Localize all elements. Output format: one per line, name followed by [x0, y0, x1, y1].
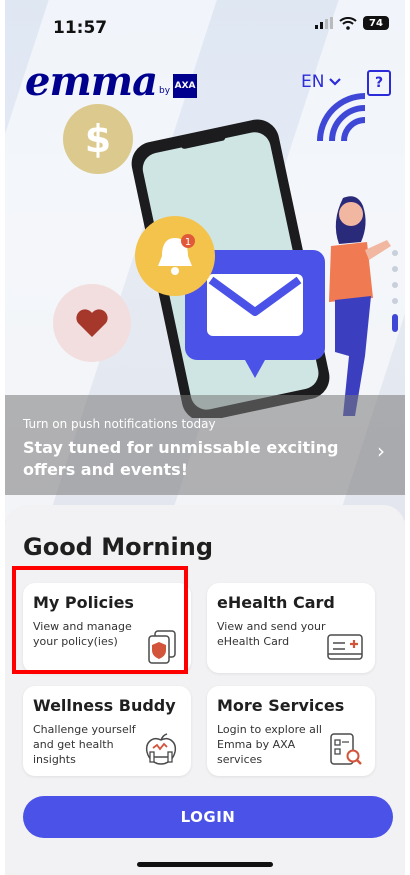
signal-icon	[315, 17, 333, 29]
logo-wordmark: emma	[25, 58, 158, 105]
ehealth-card-icon	[327, 634, 363, 660]
card-description: View and send your eHealth Card	[217, 620, 326, 648]
status-time: 11:57	[53, 18, 108, 38]
pager-dot[interactable]	[392, 298, 398, 304]
card-title: Wellness Buddy	[33, 696, 176, 715]
home-sheet: Good Morning My Policies View and manage…	[5, 505, 405, 875]
promo-subtitle: Turn on push notifications today	[23, 417, 216, 431]
card-description: Login to explore all Emma by AXA service…	[217, 723, 322, 766]
chevron-right-icon[interactable]: ›	[377, 439, 385, 463]
logo-by: by	[159, 86, 171, 96]
wifi-icon	[339, 16, 357, 30]
card-description: Challenge yourself and get health insigh…	[33, 723, 136, 766]
pager-dot-active[interactable]	[392, 314, 398, 332]
pager-dot[interactable]	[392, 266, 398, 272]
wellness-buddy-card[interactable]: Wellness Buddy Challenge yourself and ge…	[23, 686, 191, 776]
pager-dot[interactable]	[392, 250, 398, 256]
login-button[interactable]: LOGIN	[23, 796, 393, 838]
language-label: EN	[301, 72, 325, 92]
dollar-icon: $	[63, 104, 133, 174]
more-services-card[interactable]: More Services Login to explore all Emma …	[207, 686, 375, 776]
dumbbell-apple-icon	[145, 733, 177, 765]
emma-by-axa-logo: emma by AXA	[25, 58, 198, 105]
carousel-pager[interactable]	[392, 250, 398, 332]
greeting-heading: Good Morning	[23, 533, 213, 561]
ehealth-card-card[interactable]: eHealth Card View and send your eHealth …	[207, 583, 375, 673]
battery-icon: 74	[363, 16, 389, 30]
promo-banner[interactable]: Turn on push notifications today Stay tu…	[5, 395, 405, 495]
app-screen: $ 1 Turn on push notifications today Sta…	[5, 0, 405, 875]
axa-logo: AXA	[173, 74, 198, 98]
document-search-icon	[330, 733, 362, 765]
chevron-down-icon	[329, 78, 342, 86]
status-bar: 11:57 74	[5, 0, 405, 50]
wifi-signal-graphic	[317, 93, 366, 142]
language-selector[interactable]: EN	[301, 72, 342, 92]
pager-dot[interactable]	[392, 282, 398, 288]
promo-title: Stay tuned for unmissable exciting offer…	[23, 438, 339, 479]
bell-icon: 1	[135, 216, 215, 296]
highlight-box	[12, 566, 188, 674]
help-icon[interactable]: ?	[367, 70, 391, 96]
card-title: eHealth Card	[217, 593, 335, 612]
status-icons: 74	[315, 16, 389, 30]
home-indicator	[137, 862, 273, 867]
svg-text:1: 1	[185, 237, 191, 248]
card-title: More Services	[217, 696, 345, 715]
heart-icon	[53, 284, 131, 362]
person-illustration	[329, 196, 391, 416]
